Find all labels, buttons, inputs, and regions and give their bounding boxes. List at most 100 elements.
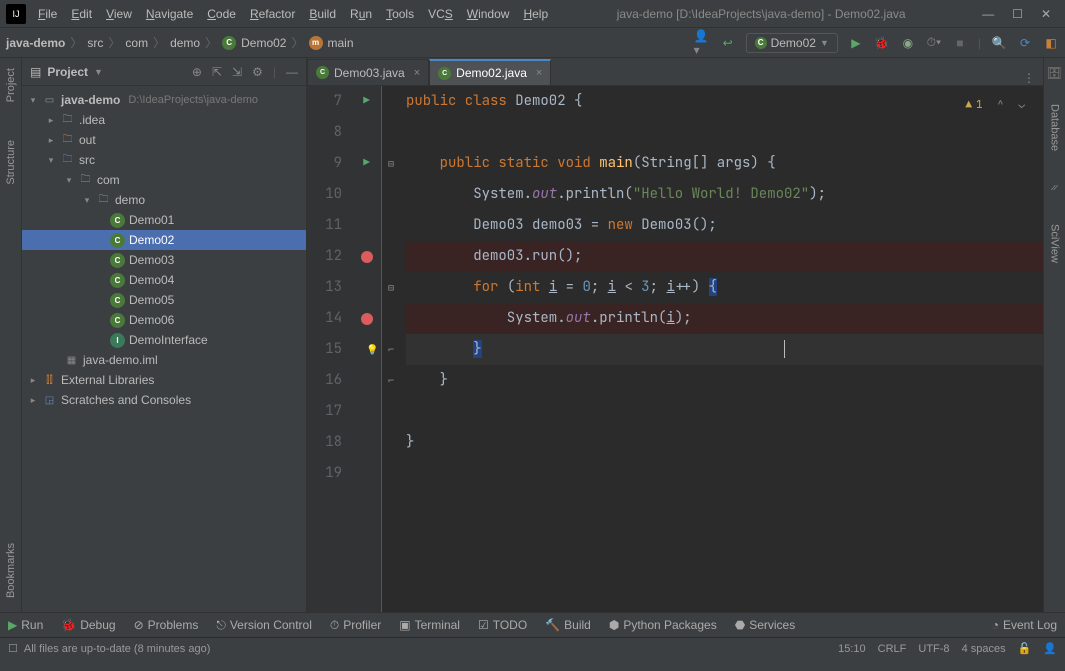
run-button[interactable]: ▶ [848, 35, 864, 51]
menu-code[interactable]: Code [201, 3, 242, 25]
menu-run[interactable]: Run [344, 3, 378, 25]
tool-sciview[interactable]: SciView [1049, 220, 1061, 267]
code-content[interactable]: ▲ 1 ^ ⌄ public class Demo02 { public sta… [400, 86, 1043, 612]
breadcrumb-com[interactable]: com [125, 36, 148, 50]
breadcrumb[interactable]: java-demo〉 src〉 com〉 demo〉 C Demo02〉 m m… [6, 34, 354, 51]
menu-help[interactable]: Help [517, 3, 554, 25]
warnings-indicator[interactable]: ▲ 1 ^ ⌄ [965, 90, 1025, 121]
run-configuration-select[interactable]: C Demo02 ▼ [746, 33, 838, 53]
tool-run[interactable]: ▶Run [8, 618, 43, 632]
breadcrumb-class[interactable]: Demo02 [241, 36, 286, 50]
breadcrumb-src[interactable]: src [87, 36, 103, 50]
tool-structure[interactable]: Structure [5, 136, 17, 189]
tool-todo[interactable]: ☑TODO [478, 618, 527, 632]
tree-file-demo03[interactable]: C Demo03 [22, 250, 306, 270]
tree-out[interactable]: ▸🗀 out [22, 130, 306, 150]
fold-column[interactable]: ⊟ ⊟💡⌐ ⌐ [382, 86, 400, 612]
expand-all-icon[interactable]: ⇱ [212, 65, 222, 79]
inspection-icon[interactable]: 👤 [1043, 642, 1057, 655]
maximize-icon[interactable]: ☐ [1012, 7, 1023, 21]
tool-debug[interactable]: 🐞Debug [61, 618, 115, 632]
tree-com[interactable]: ▾🗀 com [22, 170, 306, 190]
sciview-icon[interactable]: 𝄓 [1050, 185, 1058, 200]
menu-file[interactable]: File [32, 3, 63, 25]
file-encoding[interactable]: UTF-8 [918, 643, 949, 655]
run-gutter-icon[interactable]: ▶ [363, 148, 370, 179]
tool-event-log[interactable]: ◔Event Log [992, 618, 1057, 632]
panel-title[interactable]: Project [47, 65, 88, 79]
hide-panel-icon[interactable]: — [286, 65, 298, 79]
database-icon[interactable]: 🗄 [1047, 66, 1062, 80]
sync-icon[interactable]: ⟳ [1017, 35, 1033, 51]
tree-file-demo01[interactable]: C Demo01 [22, 210, 306, 230]
collapse-all-icon[interactable]: ⇲ [232, 65, 242, 79]
minimize-icon[interactable]: — [982, 7, 994, 21]
tabs-menu-icon[interactable]: ⋮ [1015, 71, 1043, 85]
readonly-icon[interactable]: 🔓 [1018, 642, 1032, 655]
tree-root[interactable]: ▾▭ java-demo D:\IdeaProjects\java-demo [22, 90, 306, 110]
menu-build[interactable]: Build [303, 3, 342, 25]
select-opened-icon[interactable]: ⊕ [192, 65, 202, 79]
settings-icon[interactable]: ⚙ [252, 65, 263, 79]
line-numbers[interactable]: 789 101112 131415 161718 19 [307, 86, 352, 612]
coverage-button[interactable]: ◉ [900, 35, 916, 51]
tool-bookmarks[interactable]: Bookmarks [5, 539, 17, 602]
close-tab-icon[interactable]: × [414, 67, 420, 79]
search-icon[interactable]: 🔍 [991, 35, 1007, 51]
tool-project[interactable]: Project [5, 64, 17, 106]
menu-navigate[interactable]: Navigate [140, 3, 199, 25]
tool-profiler[interactable]: ⏱Profiler [330, 618, 381, 633]
app-icon: IJ [6, 4, 26, 24]
menu-vcs[interactable]: VCS [422, 3, 459, 25]
left-tool-strip: Project Structure Bookmarks [0, 58, 22, 612]
indent-setting[interactable]: 4 spaces [962, 643, 1006, 655]
ide-settings-icon[interactable]: ◧ [1043, 35, 1059, 51]
profile-button[interactable]: ⏱▾ [926, 35, 942, 51]
status-icon[interactable]: ☐ [8, 642, 18, 655]
breadcrumb-demo[interactable]: demo [170, 36, 200, 50]
menu-tools[interactable]: Tools [380, 3, 420, 25]
cursor-position[interactable]: 15:10 [838, 643, 866, 655]
back-icon[interactable]: ↩ [720, 35, 736, 51]
menu-window[interactable]: Window [461, 3, 516, 25]
tree-file-demo02[interactable]: C Demo02 [22, 230, 306, 250]
breakpoint-icon[interactable] [361, 313, 373, 325]
tool-vcs[interactable]: ⎋Version Control [216, 618, 312, 633]
debug-button[interactable]: 🐞 [874, 35, 890, 51]
stop-button[interactable]: ■ [952, 35, 968, 51]
run-gutter-icon[interactable]: ▶ [363, 86, 370, 117]
tree-file-demo04[interactable]: C Demo04 [22, 270, 306, 290]
code-editor[interactable]: 789 101112 131415 161718 19 ▶ ▶ ⊟ ⊟💡⌐ ⌐ [307, 86, 1043, 612]
tab-demo03[interactable]: C Demo03.java × [307, 59, 429, 85]
tool-problems[interactable]: ⊘Problems [134, 618, 199, 632]
tool-python[interactable]: ⬢Python Packages [609, 618, 717, 632]
tree-idea[interactable]: ▸🗀 .idea [22, 110, 306, 130]
tool-terminal[interactable]: ▣Terminal [399, 618, 460, 632]
menu-view[interactable]: View [100, 3, 138, 25]
project-tree[interactable]: ▾▭ java-demo D:\IdeaProjects\java-demo ▸… [22, 86, 306, 612]
tree-scratches[interactable]: ▸◲ Scratches and Consoles [22, 390, 306, 410]
tree-src[interactable]: ▾🗀 src [22, 150, 306, 170]
tree-file-demo06[interactable]: C Demo06 [22, 310, 306, 330]
tree-file-demointerface[interactable]: I DemoInterface [22, 330, 306, 350]
tree-file-demo05[interactable]: C Demo05 [22, 290, 306, 310]
breakpoint-icon[interactable] [361, 251, 373, 263]
menu-edit[interactable]: Edit [65, 3, 98, 25]
breadcrumb-method[interactable]: main [328, 36, 354, 50]
tool-database[interactable]: Database [1049, 100, 1061, 155]
libraries-icon: ⫿⫿ [42, 373, 57, 388]
menu-refactor[interactable]: Refactor [244, 3, 301, 25]
add-user-icon[interactable]: 👤▾ [694, 35, 710, 51]
status-message: All files are up-to-date (8 minutes ago) [24, 643, 210, 655]
breadcrumb-project[interactable]: java-demo [6, 36, 65, 50]
line-separator[interactable]: CRLF [878, 643, 907, 655]
tree-iml[interactable]: ▦ java-demo.iml [22, 350, 306, 370]
close-icon[interactable]: ✕ [1041, 7, 1051, 21]
tree-demo[interactable]: ▾🗀 demo [22, 190, 306, 210]
tool-services[interactable]: ⬣Services [735, 618, 796, 632]
tool-build[interactable]: 🔨Build [545, 618, 591, 632]
close-tab-icon[interactable]: × [536, 67, 542, 79]
class-icon: C [222, 36, 236, 50]
tab-demo02[interactable]: C Demo02.java × [429, 59, 551, 85]
tree-external-libs[interactable]: ▸⫿⫿ External Libraries [22, 370, 306, 390]
